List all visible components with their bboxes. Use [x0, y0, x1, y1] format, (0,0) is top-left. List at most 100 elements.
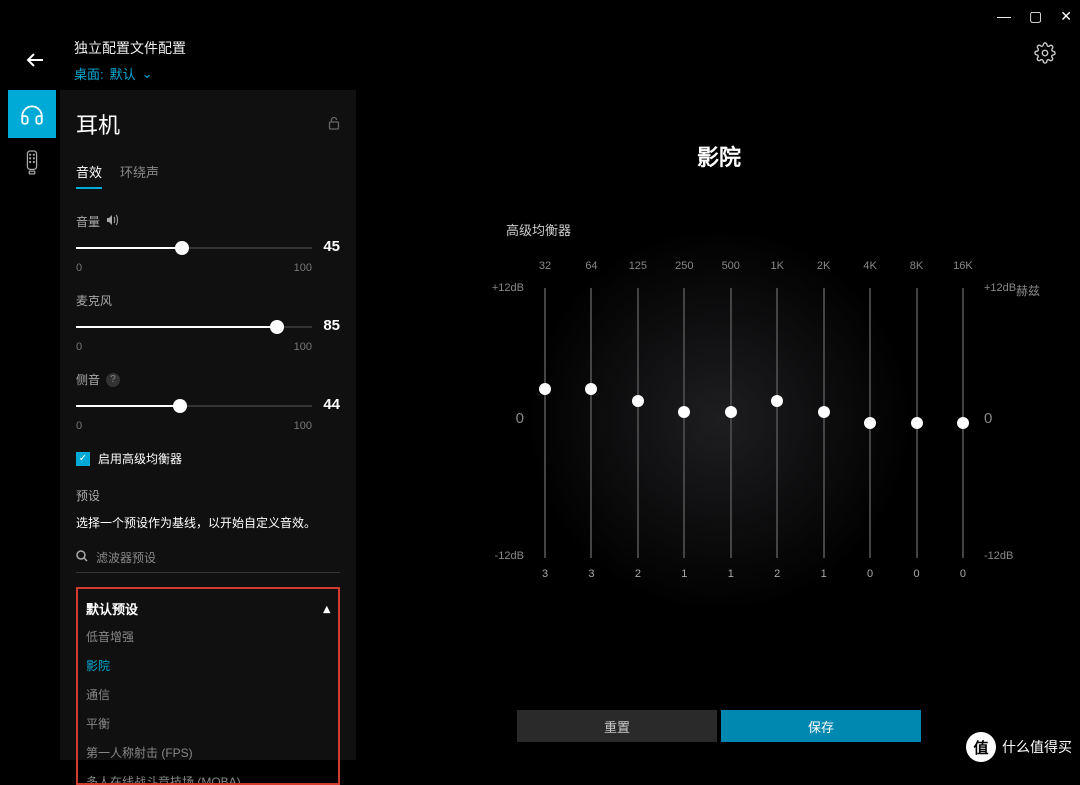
volume-max: 100 [294, 262, 312, 274]
band-value: 1 [728, 568, 734, 580]
preset-item[interactable]: 影院 [86, 657, 330, 674]
band-slider[interactable] [590, 288, 592, 558]
volume-label: 音量 [76, 213, 100, 230]
settings-button[interactable] [1034, 42, 1056, 67]
band-freq: 500 [722, 260, 740, 282]
eq-band: 250 1 [669, 260, 699, 580]
tab-surround[interactable]: 环绕声 [120, 162, 159, 189]
band-slider[interactable] [962, 288, 964, 558]
band-slider[interactable] [683, 288, 685, 558]
band-value: 0 [960, 568, 966, 580]
band-freq: 64 [585, 260, 597, 282]
save-button[interactable]: 保存 [721, 710, 921, 742]
search-placeholder: 滤波器预设 [96, 549, 156, 566]
eq-title: 高级均衡器 [506, 220, 571, 239]
sidetone-min: 0 [76, 420, 82, 432]
db-top-left: +12dB [478, 282, 524, 294]
sidetone-slider[interactable]: 44 [76, 398, 340, 414]
band-slider[interactable] [916, 288, 918, 558]
volume-icon [106, 214, 120, 229]
chevron-up-icon: ▴ [323, 601, 330, 617]
window-minimize[interactable]: — [997, 8, 1011, 25]
mic-max: 100 [294, 341, 312, 353]
tab-effects[interactable]: 音效 [76, 162, 102, 189]
band-value: 3 [542, 568, 548, 580]
window-close[interactable]: ✕ [1060, 8, 1072, 25]
chevron-down-icon: ⌄ [142, 66, 153, 82]
eq-band: 323 [530, 260, 560, 580]
rail-headphones[interactable] [8, 90, 56, 138]
band-slider[interactable] [730, 288, 732, 558]
preset-item[interactable]: 第一人称射击 (FPS) [86, 744, 330, 761]
preset-box: 默认预设 ▴ 低音增强影院通信平衡第一人称射击 (FPS) 多人在线战斗竞技场 (… [76, 587, 340, 785]
mic-label: 麦克风 [76, 292, 112, 309]
main-title: 影院 [358, 140, 1080, 172]
preset-item[interactable]: 低音增强 [86, 628, 330, 645]
preset-label: 预设 [76, 487, 340, 504]
band-slider[interactable] [823, 288, 825, 558]
db-mid-left: 0 [478, 410, 524, 427]
eq-band: 500 1 [716, 260, 746, 580]
eq-band: 16K 0 [948, 260, 978, 580]
band-value: 0 [867, 568, 873, 580]
band-value: 3 [588, 568, 594, 580]
db-bot-left: -12dB [478, 550, 524, 562]
mic-min: 0 [76, 341, 82, 353]
preset-item[interactable]: 平衡 [86, 715, 330, 732]
band-slider[interactable] [776, 288, 778, 558]
band-value: 0 [913, 568, 919, 580]
preset-item[interactable]: 通信 [86, 686, 330, 703]
preset-item[interactable]: 多人在线战斗竞技场 (MOBA) [86, 773, 330, 785]
watermark-text: 什么值得买 [1002, 737, 1072, 757]
back-button[interactable] [24, 48, 48, 78]
band-value: 1 [681, 568, 687, 580]
eq-band: 125 2 [623, 260, 653, 580]
db-top-right: +12dB [984, 282, 1040, 294]
mic-value: 85 [323, 317, 340, 334]
desktop-prefix: 桌面: [74, 64, 104, 83]
watermark-badge: 值 [966, 732, 996, 762]
volume-slider[interactable]: 45 [76, 240, 340, 256]
lock-icon[interactable] [328, 116, 340, 133]
band-value: 2 [774, 568, 780, 580]
band-freq: 4K [863, 260, 876, 282]
main-panel: 影院 高级均衡器 +12dB 0 -12dB 赫兹 +12dB 0 -12dB … [358, 90, 1080, 770]
band-slider[interactable] [544, 288, 546, 558]
preset-search[interactable]: 滤波器预设 [76, 549, 340, 573]
search-icon [76, 550, 88, 565]
eq-checkbox-label: 启用高级均衡器 [98, 450, 182, 467]
band-value: 2 [635, 568, 641, 580]
band-freq: 250 [675, 260, 693, 282]
eq-checkbox[interactable]: ✓ 启用高级均衡器 [76, 450, 340, 467]
help-icon[interactable]: ? [106, 373, 120, 387]
band-value: 1 [821, 568, 827, 580]
desktop-dropdown[interactable]: 桌面: 默认 ⌄ [74, 64, 186, 83]
eq-band: 4K 0 [855, 260, 885, 580]
check-icon: ✓ [76, 452, 90, 466]
band-freq: 8K [910, 260, 923, 282]
band-slider[interactable] [637, 288, 639, 558]
equalizer: +12dB 0 -12dB 赫兹 +12dB 0 -12dB 323643125… [478, 260, 1040, 620]
reset-button[interactable]: 重置 [517, 710, 717, 742]
band-slider[interactable] [869, 288, 871, 558]
sidetone-max: 100 [294, 420, 312, 432]
volume-value: 45 [323, 238, 340, 255]
preset-box-header[interactable]: 默认预设 ▴ [86, 599, 330, 618]
watermark: 值 什么值得买 [966, 732, 1072, 762]
db-bot-right: -12dB [984, 550, 1040, 562]
page-title: 独立配置文件配置 [74, 38, 186, 58]
sidebar-title: 耳机 [76, 108, 120, 140]
band-freq: 2K [817, 260, 830, 282]
desktop-value: 默认 [110, 64, 136, 83]
band-freq: 125 [629, 260, 647, 282]
rail-mic[interactable] [8, 138, 56, 186]
window-maximize[interactable]: ▢ [1029, 8, 1042, 25]
volume-min: 0 [76, 262, 82, 274]
sidebar: 耳机 音效 环绕声 音量 45 0 100 麦克风 [60, 90, 356, 760]
sidetone-label: 侧音 [76, 371, 100, 388]
mic-slider[interactable]: 85 [76, 319, 340, 335]
eq-band: 2K 1 [809, 260, 839, 580]
band-freq: 1K [770, 260, 783, 282]
db-mid-right: 0 [984, 410, 1040, 427]
band-freq: 16K [953, 260, 973, 282]
